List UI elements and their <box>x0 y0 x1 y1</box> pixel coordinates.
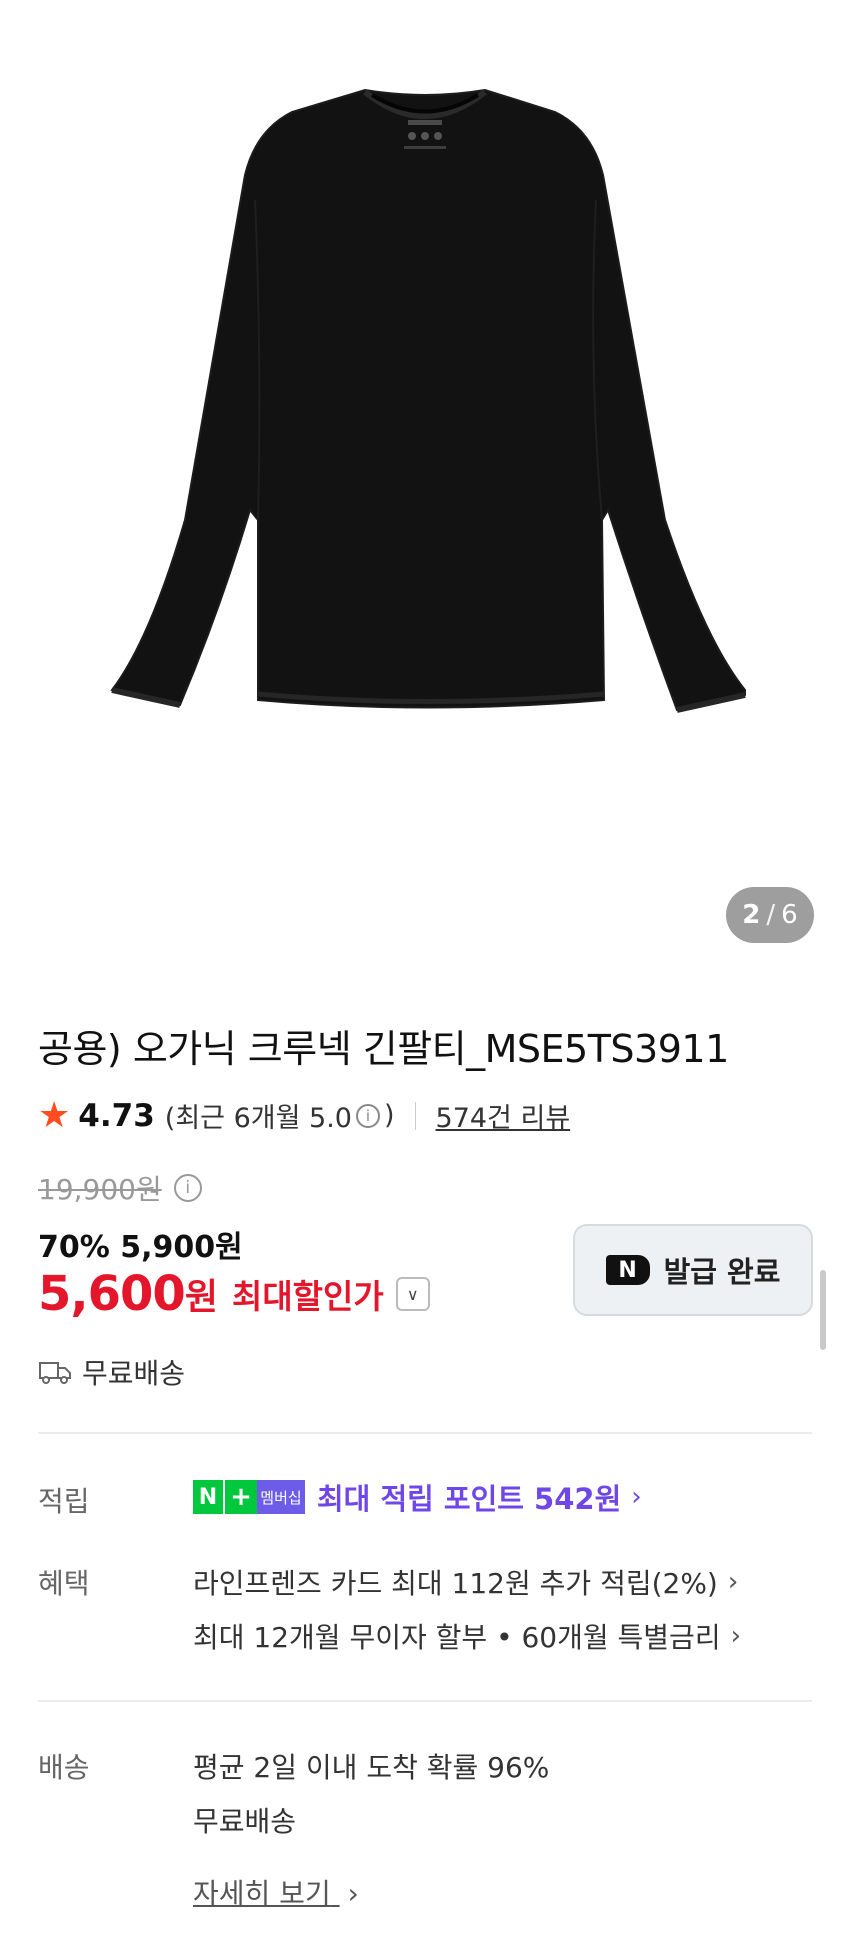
section-divider <box>38 1700 812 1702</box>
delivery-detail-label: 자세히 보기 <box>193 1877 331 1910</box>
best-price-unit: 원 <box>184 1277 218 1318</box>
info-icon[interactable]: i <box>355 1103 380 1128</box>
image-counter-current: 2 <box>742 900 761 930</box>
best-price-row: 5,600 원 최대할인가 ∨ <box>38 1266 430 1322</box>
delivery-fee: 무료배송 <box>193 1805 297 1838</box>
membership-label: 멤버십 <box>257 1480 305 1514</box>
sale-price: 70% 5,900원 <box>38 1230 243 1265</box>
delivery-estimate: 평균 2일 이내 도착 확률 96% <box>193 1751 550 1784</box>
best-price-amount: 5,600 <box>38 1266 186 1322</box>
tshirt-illustration <box>110 88 746 713</box>
nplus-membership-badge: N + 멤버십 <box>193 1480 305 1514</box>
delivery-label: 배송 <box>38 1751 90 1784</box>
benefit-text: 최대 12개월 무이자 할부 • 60개월 특별금리 <box>193 1621 721 1654</box>
recent-rating-text: (최근 6개월 5.0 <box>164 1103 352 1134</box>
star-icon: ★ <box>38 1094 71 1136</box>
recent-rating-close: ) <box>383 1100 395 1131</box>
chevron-right-icon: › <box>631 1482 642 1512</box>
benefit-text: 라인프렌즈 카드 최대 112원 추가 적립(2%) <box>193 1567 718 1600</box>
product-title: 공용) 오가닉 크루넥 긴팔티_MSE5TS3911 <box>38 1027 729 1071</box>
benefit-installment-link[interactable]: 최대 12개월 무이자 할부 • 60개월 특별금리 › <box>193 1616 741 1656</box>
rating-score: 4.73 <box>78 1097 155 1134</box>
original-price-row: 19,900원 i <box>38 1168 202 1208</box>
section-divider <box>38 1432 812 1434</box>
naver-n-icon: N <box>193 1480 223 1514</box>
points-label: 적립 <box>38 1485 90 1518</box>
chevron-down-icon[interactable]: ∨ <box>395 1277 430 1311</box>
rating-row: ★ 4.73 (최근 6개월 5.0 i ) 574건 리뷰 <box>38 1096 570 1135</box>
max-points-text: 최대 적립 포인트 542원 <box>317 1482 622 1516</box>
coupon-label: 발급 완료 <box>663 1255 781 1289</box>
original-price: 19,900원 <box>38 1173 162 1206</box>
chevron-right-icon: › <box>727 1567 739 1597</box>
review-count-link[interactable]: 574건 리뷰 <box>436 1096 571 1135</box>
product-image[interactable] <box>0 0 850 960</box>
free-shipping-badge: 무료배송 <box>38 1352 185 1392</box>
truck-icon <box>39 1362 71 1384</box>
free-shipping-label: 무료배송 <box>82 1357 186 1390</box>
image-counter-total: 6 <box>781 900 798 930</box>
best-price-label: 최대할인가 <box>231 1277 384 1316</box>
naver-n-icon: N <box>605 1255 650 1285</box>
image-counter-separator: / <box>766 900 776 930</box>
scrollbar[interactable] <box>820 1270 826 1350</box>
points-row[interactable]: N + 멤버십 최대 적립 포인트 542원 › <box>193 1476 642 1518</box>
delivery-detail-link[interactable]: 자세히 보기 › <box>193 1872 359 1912</box>
chevron-right-icon: › <box>730 1621 741 1651</box>
plus-icon: + <box>223 1480 257 1514</box>
chevron-right-icon: › <box>347 1877 359 1910</box>
image-counter: 2 / 6 <box>726 887 814 943</box>
benefits-label: 혜택 <box>38 1567 90 1600</box>
divider <box>414 1101 416 1130</box>
coupon-issued-button[interactable]: N 발급 완료 <box>573 1224 813 1316</box>
benefit-card-link[interactable]: 라인프렌즈 카드 최대 112원 추가 적립(2%) › <box>193 1562 738 1602</box>
price-info-icon[interactable]: i <box>173 1174 202 1202</box>
